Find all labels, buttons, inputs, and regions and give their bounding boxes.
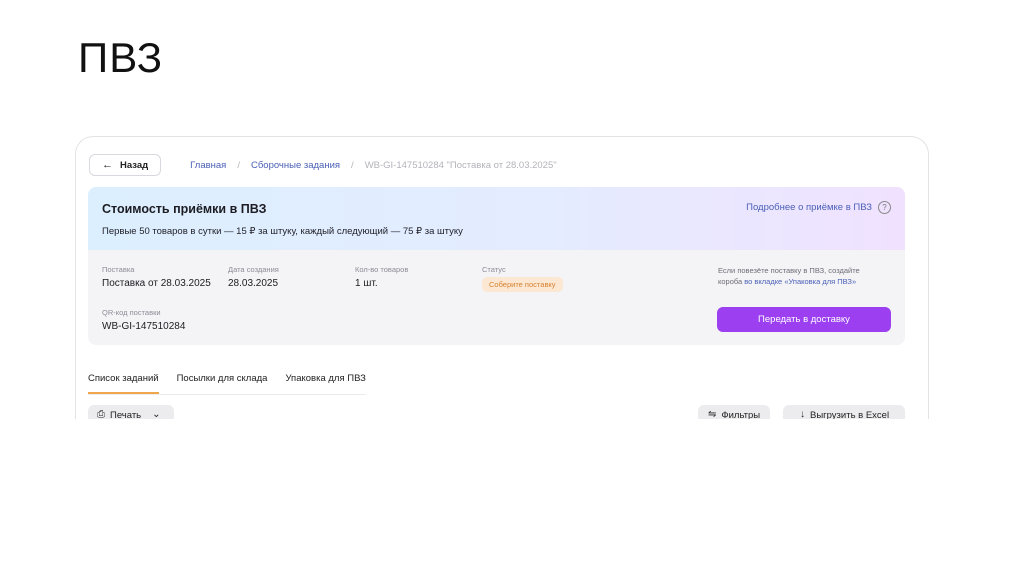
help-icon[interactable]: ? (878, 201, 891, 214)
filters-label: Фильтры (721, 410, 761, 419)
back-button-label: Назад (120, 159, 149, 171)
send-to-delivery-button[interactable]: Передать в доставку (717, 307, 891, 332)
supply-value: Поставка от 28.03.2025 (102, 278, 211, 289)
tab-task-list[interactable]: Список заданий (88, 373, 159, 394)
supply-field: Поставка Поставка от 28.03.2025 (102, 265, 211, 289)
quantity-field: Кол-во товаров 1 шт. (355, 265, 408, 289)
tab-bar: Список заданий Посылки для склада Упаков… (88, 373, 366, 395)
arrow-left-icon: ← (102, 159, 113, 171)
breadcrumb-separator: / (237, 159, 240, 171)
export-label: Выгрузить в Excel (810, 410, 890, 419)
created-value: 28.03.2025 (228, 278, 279, 289)
supply-info-card: Стоимость приёмки в ПВЗ Первые 50 товаро… (88, 187, 905, 345)
status-badge: Соберите поставку (482, 277, 563, 292)
app-frame: ← Назад Главная / Сборочные задания / WB… (75, 136, 929, 419)
printer-icon: ⎙ (97, 409, 105, 420)
breadcrumb-current: WB-GI-147510284 "Поставка от 28.03.2025" (364, 159, 557, 171)
pvz-hint: Если повезёте поставку в ПВЗ, создайте к… (718, 265, 878, 287)
breadcrumb-home[interactable]: Главная (190, 160, 226, 171)
created-field: Дата создания 28.03.2025 (228, 265, 279, 289)
breadcrumb: Главная / Сборочные задания / WB-GI-1475… (190, 160, 556, 171)
banner-title: Стоимость приёмки в ПВЗ (102, 202, 267, 216)
tab-pvz-packaging[interactable]: Упаковка для ПВЗ (285, 373, 365, 394)
tab-warehouse-parcels[interactable]: Посылки для склада (177, 373, 268, 394)
pvz-packaging-link[interactable]: во вкладке «Упаковка для ПВЗ» (744, 277, 856, 286)
filters-button[interactable]: ⇋ Фильтры (698, 405, 770, 419)
print-label: Печать (110, 410, 142, 419)
download-icon: ↓ (800, 409, 805, 420)
qr-label: QR-код поставки (102, 308, 161, 317)
breadcrumb-assembly-tasks[interactable]: Сборочные задания (251, 160, 340, 171)
banner-subtitle: Первые 50 товаров в сутки — 15 ₽ за штук… (102, 226, 463, 237)
export-excel-button[interactable]: ↓ Выгрузить в Excel (783, 405, 905, 419)
slide-title: ПВЗ (78, 34, 164, 81)
qr-field: QR-код поставки WB-GI-147510284 (102, 308, 185, 332)
filter-icon: ⇋ (708, 409, 717, 420)
status-field: Статус Соберите поставку (482, 265, 563, 292)
pickup-cost-banner: Стоимость приёмки в ПВЗ Первые 50 товаро… (88, 187, 905, 250)
status-label: Статус (482, 265, 506, 274)
quantity-value: 1 шт. (355, 278, 378, 289)
quantity-label: Кол-во товаров (355, 265, 409, 274)
back-button[interactable]: ← Назад (89, 154, 162, 176)
supply-label: Поставка (102, 265, 135, 274)
more-link-label: Подробнее о приёмке в ПВЗ (746, 202, 872, 213)
more-about-pickup-link[interactable]: Подробнее о приёмке в ПВЗ ? (746, 201, 891, 214)
created-label: Дата создания (228, 265, 279, 274)
chevron-down-icon: ⌄ (152, 409, 161, 420)
top-bar: ← Назад Главная / Сборочные задания / WB… (89, 154, 557, 176)
breadcrumb-separator: / (351, 159, 354, 171)
qr-value: WB-GI-147510284 (102, 321, 186, 332)
print-button[interactable]: ⎙ Печать ⌄ (88, 405, 174, 419)
